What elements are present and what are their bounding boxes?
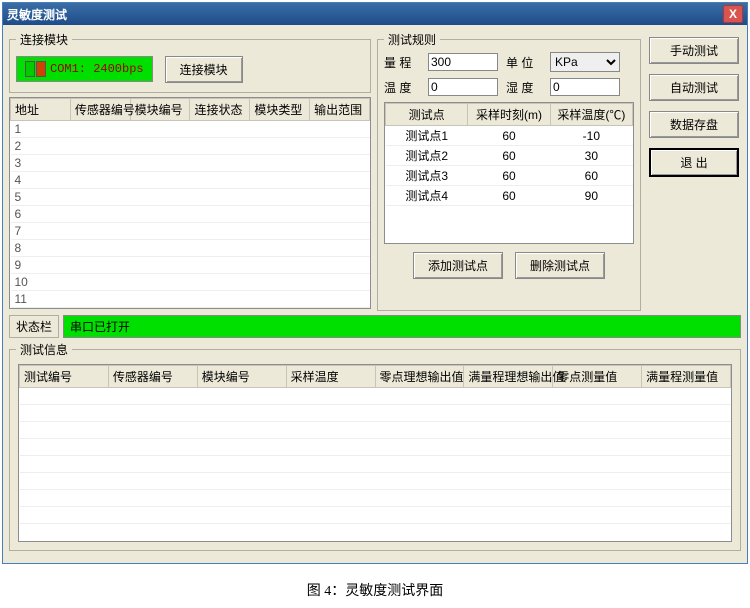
- table-row[interactable]: [20, 422, 731, 439]
- column-header[interactable]: 传感器编号: [70, 99, 130, 121]
- table-row[interactable]: 11: [11, 291, 370, 308]
- status-label: 状态栏: [9, 315, 59, 338]
- app-window: 灵敏度测试 X 连接模块 COM1: 2400bps 连接模块: [2, 2, 748, 564]
- table-row[interactable]: 12: [11, 308, 370, 310]
- table-row[interactable]: 6: [11, 206, 370, 223]
- table-row[interactable]: 测试点160-10: [386, 126, 633, 146]
- manual-test-button[interactable]: 手动测试: [649, 37, 739, 64]
- port-label: COM1: 2400bps: [50, 62, 144, 76]
- table-row[interactable]: 5: [11, 189, 370, 206]
- status-bar: 串口已打开: [63, 315, 741, 338]
- temp-input[interactable]: [428, 78, 498, 96]
- window-title: 灵敏度测试: [7, 6, 67, 23]
- column-header[interactable]: 输出范围: [310, 99, 370, 121]
- side-button-stack: 手动测试 自动测试 数据存盘 退 出: [647, 31, 741, 311]
- close-icon: X: [729, 7, 737, 21]
- titlebar: 灵敏度测试 X: [3, 3, 747, 25]
- table-row[interactable]: 4: [11, 172, 370, 189]
- rules-group: 测试规则 量 程 单 位 KPa 温 度 湿 度 测试点采样时刻(m)采样温度(…: [377, 31, 641, 311]
- column-header[interactable]: 模块编号: [197, 366, 286, 388]
- range-label: 量 程: [384, 54, 420, 71]
- table-row[interactable]: 10: [11, 274, 370, 291]
- unit-select[interactable]: KPa: [550, 52, 620, 72]
- temp-label: 温 度: [384, 79, 420, 96]
- table-row[interactable]: 测试点26030: [386, 146, 633, 166]
- column-header[interactable]: 满量程理想输出值: [464, 366, 553, 388]
- table-row[interactable]: 7: [11, 223, 370, 240]
- table-row[interactable]: [20, 439, 731, 456]
- column-header[interactable]: 模块类型: [250, 99, 310, 121]
- table-row[interactable]: 1: [11, 121, 370, 138]
- column-header[interactable]: 零点理想输出值: [375, 366, 464, 388]
- exit-button[interactable]: 退 出: [649, 148, 739, 177]
- info-group: 测试信息 测试编号传感器编号模块编号采样温度零点理想输出值满量程理想输出值零点测…: [9, 341, 741, 551]
- figure-caption: 图 4：灵敏度测试界面: [0, 566, 750, 608]
- column-header[interactable]: 连接状态: [190, 99, 250, 121]
- column-header[interactable]: 传感器编号: [108, 366, 197, 388]
- column-header[interactable]: 测试编号: [20, 366, 109, 388]
- table-row[interactable]: [20, 405, 731, 422]
- auto-test-button[interactable]: 自动测试: [649, 74, 739, 101]
- port-badge: COM1: 2400bps: [16, 56, 153, 82]
- table-row[interactable]: [20, 388, 731, 405]
- info-legend: 测试信息: [16, 341, 72, 358]
- range-input[interactable]: [428, 53, 498, 71]
- table-row[interactable]: [20, 490, 731, 507]
- table-row[interactable]: 测试点36060: [386, 166, 633, 186]
- table-row[interactable]: 9: [11, 257, 370, 274]
- column-header[interactable]: 测试点: [386, 104, 468, 126]
- column-header[interactable]: 零点测量值: [553, 366, 642, 388]
- connect-legend: 连接模块: [16, 31, 72, 48]
- rules-table[interactable]: 测试点采样时刻(m)采样温度(℃) 测试点160-10测试点26030测试点36…: [384, 102, 634, 244]
- rules-legend: 测试规则: [384, 31, 440, 48]
- table-row[interactable]: [20, 507, 731, 524]
- unit-label: 单 位: [506, 54, 542, 71]
- table-row[interactable]: [20, 456, 731, 473]
- close-button[interactable]: X: [723, 5, 743, 23]
- humid-label: 湿 度: [506, 79, 542, 96]
- port-icon: [25, 61, 46, 77]
- humid-input[interactable]: [550, 78, 620, 96]
- column-header[interactable]: 采样时刻(m): [468, 104, 550, 126]
- table-row[interactable]: 8: [11, 240, 370, 257]
- table-row[interactable]: [20, 473, 731, 490]
- column-header[interactable]: 地址: [11, 99, 71, 121]
- table-row[interactable]: 测试点46090: [386, 186, 633, 206]
- module-list[interactable]: 地址传感器编号模块编号连接状态模块类型输出范围 1234567891011121…: [9, 97, 371, 309]
- connect-button[interactable]: 连接模块: [165, 56, 243, 83]
- column-header[interactable]: 满量程测量值: [642, 366, 731, 388]
- table-row[interactable]: 3: [11, 155, 370, 172]
- del-point-button[interactable]: 删除测试点: [515, 252, 605, 279]
- save-data-button[interactable]: 数据存盘: [649, 111, 739, 138]
- column-header[interactable]: 采样温度: [286, 366, 375, 388]
- status-text: 串口已打开: [70, 320, 130, 334]
- connect-group: 连接模块 COM1: 2400bps 连接模块: [9, 31, 371, 93]
- table-row[interactable]: 2: [11, 138, 370, 155]
- info-list[interactable]: 测试编号传感器编号模块编号采样温度零点理想输出值满量程理想输出值零点测量值满量程…: [18, 364, 732, 542]
- column-header[interactable]: 采样温度(℃): [550, 104, 632, 126]
- add-point-button[interactable]: 添加测试点: [413, 252, 503, 279]
- column-header[interactable]: 模块编号: [130, 99, 190, 121]
